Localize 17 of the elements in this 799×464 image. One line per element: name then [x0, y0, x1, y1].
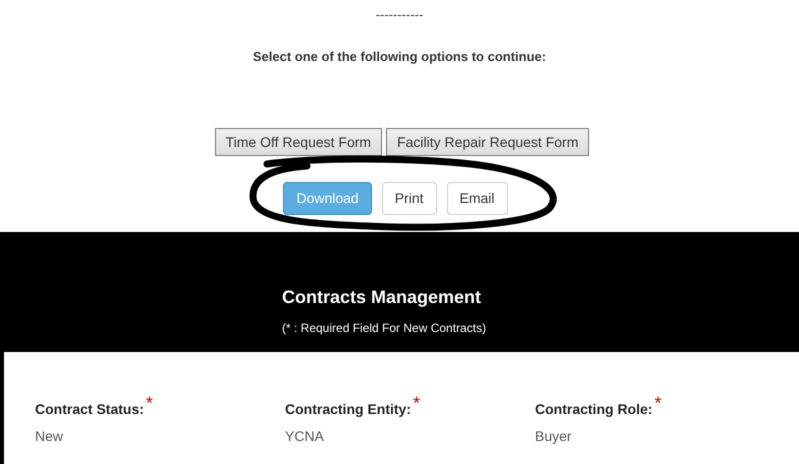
required-mark: * — [146, 394, 153, 412]
field-value: YCNA — [285, 427, 325, 446]
action-button[interactable]: Email — [446, 182, 508, 215]
section-title: Contracts Management — [282, 286, 482, 309]
section-subtitle: (* : Required Field For New Contracts) — [282, 320, 488, 337]
required-mark: * — [654, 394, 662, 412]
field-label: Contracting Entity: — [285, 400, 411, 419]
required-mark: * — [413, 394, 420, 412]
field-label: Contract Status: — [35, 400, 144, 419]
field-value: New — [35, 427, 64, 446]
field-label: Contracting Role: — [535, 400, 652, 419]
separator-text: ----------- — [376, 6, 424, 24]
prompt-text: Select one of the following options to continue: — [252, 48, 546, 66]
field-value: Buyer — [535, 427, 573, 446]
form-button[interactable]: Time Off Request Form — [214, 128, 382, 156]
action-button[interactable]: Print — [382, 182, 437, 215]
form-button[interactable]: Facility Repair Request Form — [386, 128, 590, 156]
